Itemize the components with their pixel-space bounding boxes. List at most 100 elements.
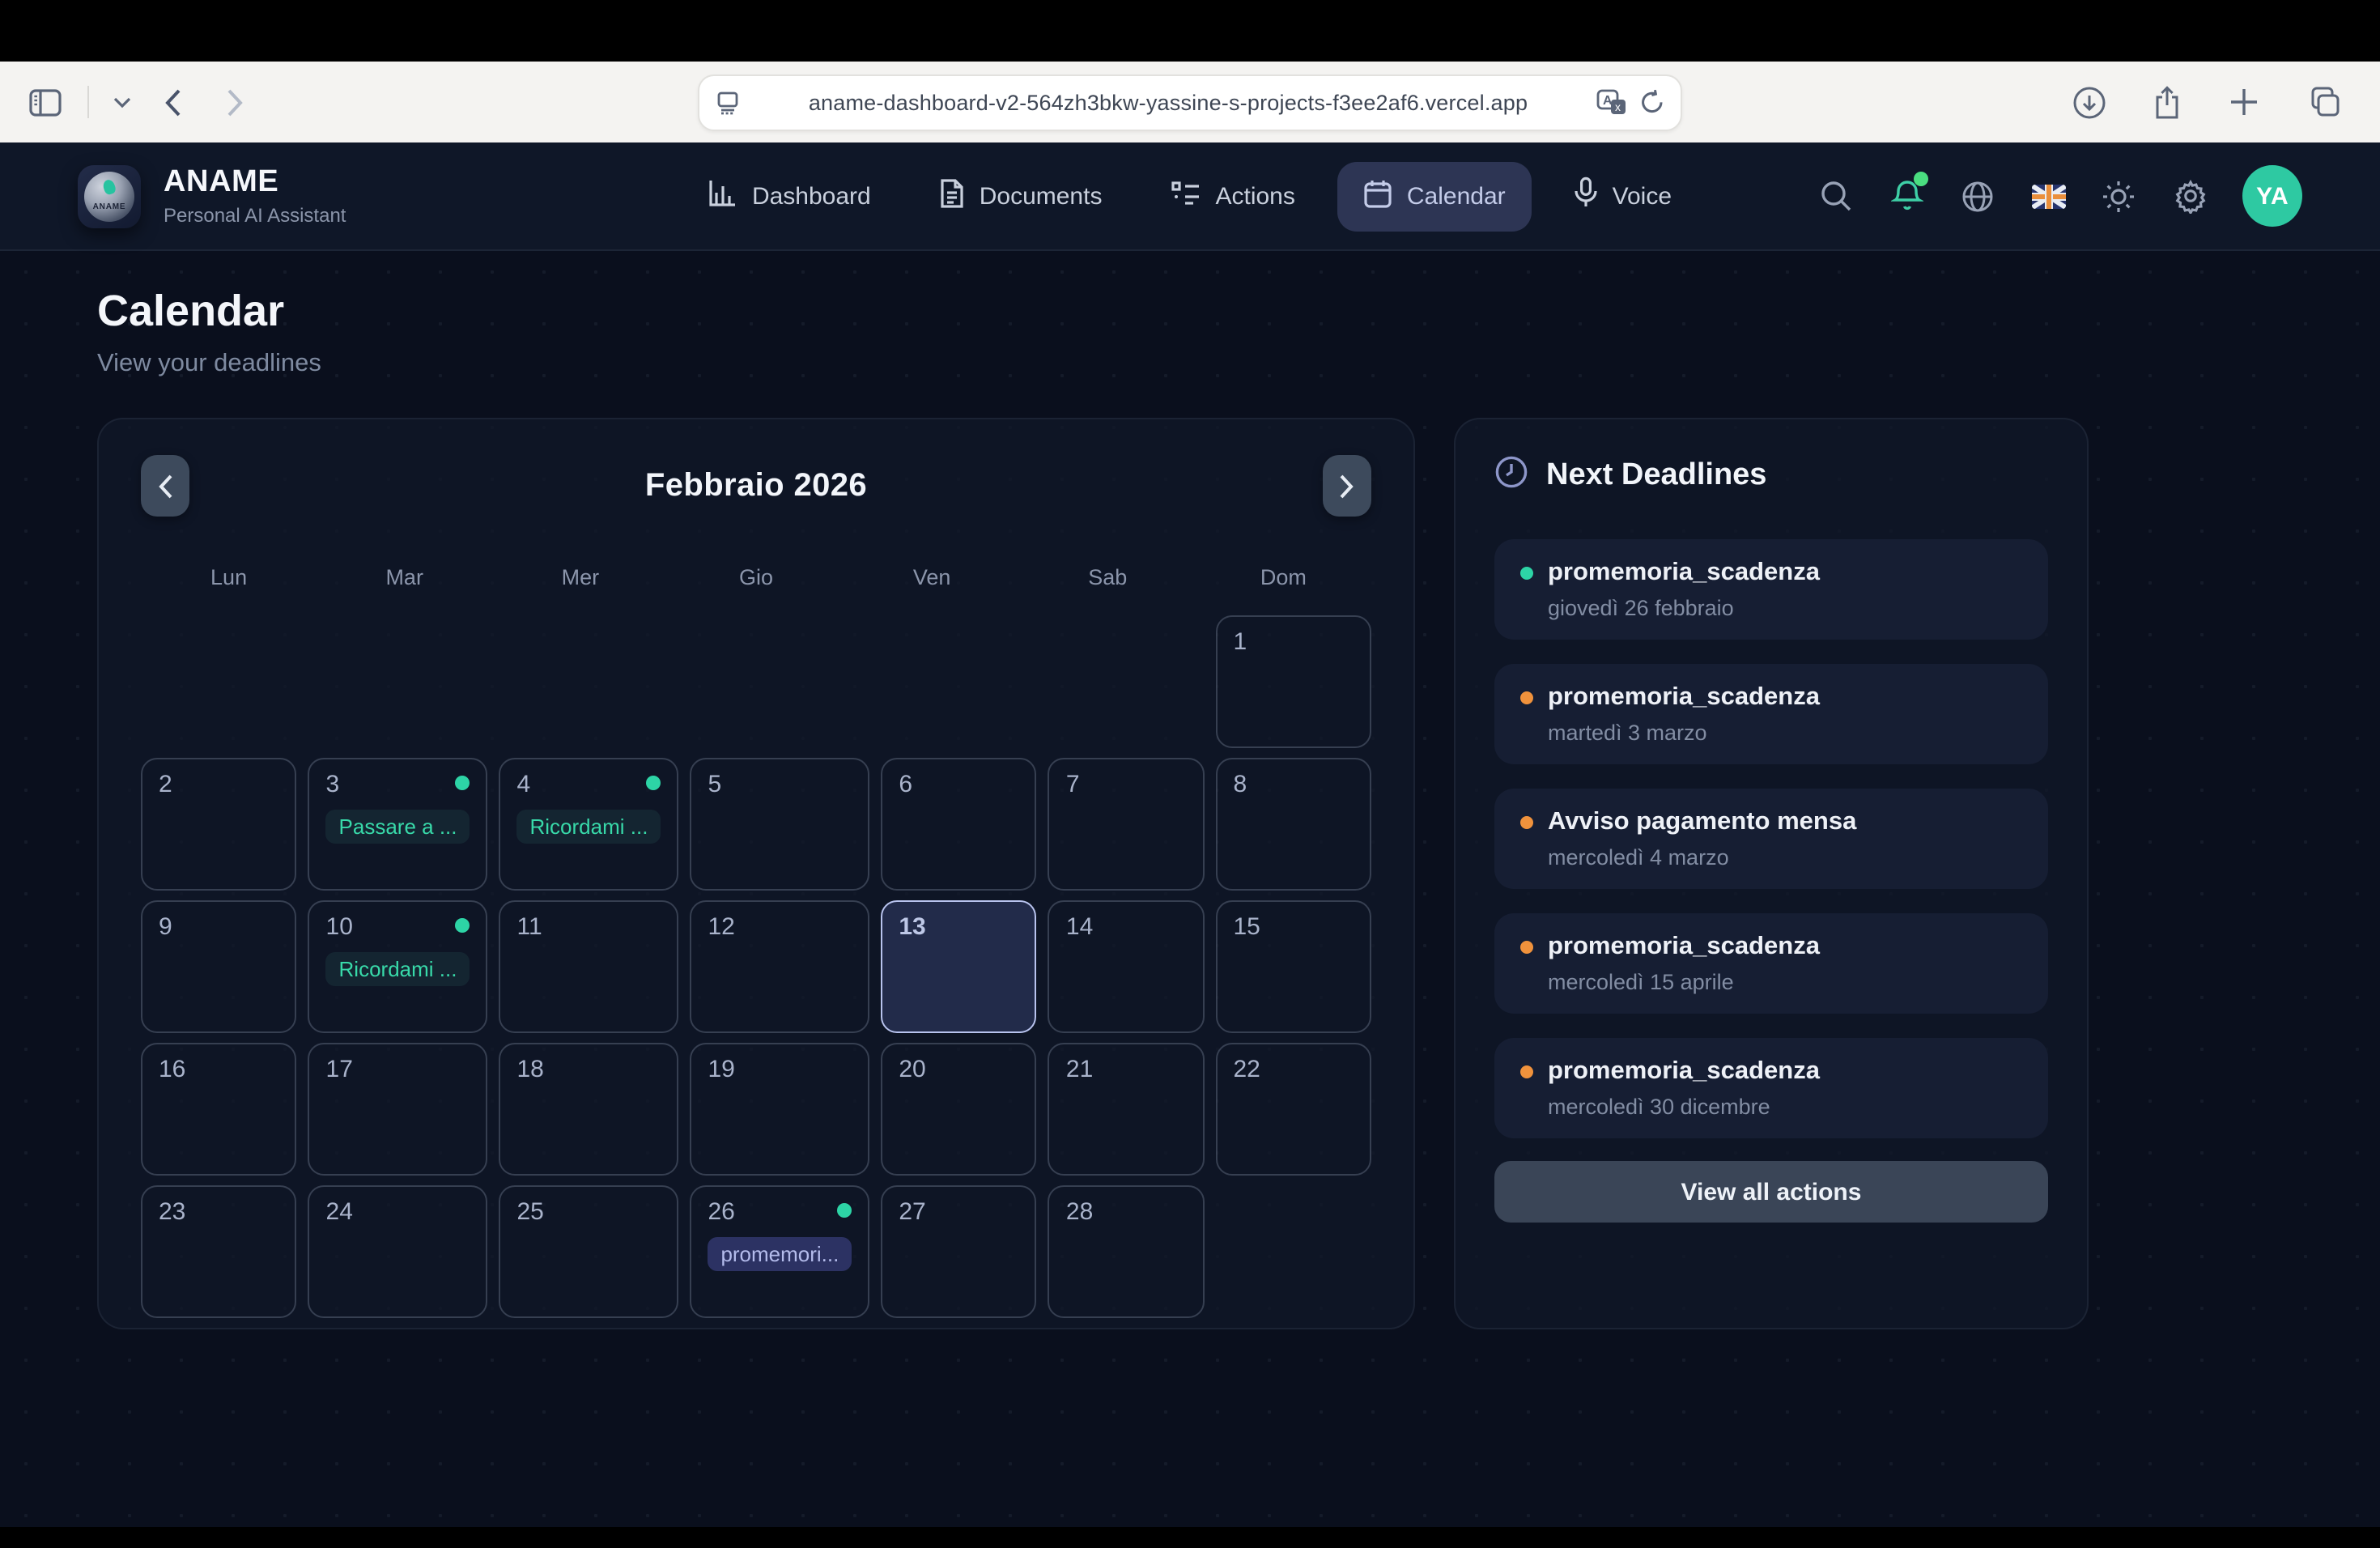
event-pill[interactable]: Ricordami ...	[517, 810, 661, 844]
deadline-item[interactable]: promemoria_scadenzamercoledì 30 dicembre	[1494, 1038, 2048, 1138]
url-text[interactable]: aname-dashboard-v2-564zh3bkw-yassine-s-p…	[740, 90, 1596, 114]
view-all-actions-button[interactable]: View all actions	[1494, 1161, 2048, 1223]
day-cell-15[interactable]: 15	[1215, 900, 1371, 1033]
day-cell-18[interactable]: 18	[499, 1043, 679, 1176]
deadline-item[interactable]: promemoria_scadenzagiovedì 26 febbraio	[1494, 539, 2048, 640]
translate-icon[interactable]: Ax	[1596, 89, 1627, 115]
day-cell-26[interactable]: 26promemori...	[690, 1185, 869, 1318]
deadline-item[interactable]: promemoria_scadenzamartedì 3 marzo	[1494, 664, 2048, 764]
day-cell-1[interactable]: 1	[1215, 615, 1371, 748]
day-cell-17[interactable]: 17	[308, 1043, 488, 1176]
deadline-list: promemoria_scadenzagiovedì 26 febbraiopr…	[1494, 539, 2048, 1138]
toolbar-divider	[87, 86, 89, 118]
downloads-button[interactable]	[2066, 79, 2111, 125]
svg-text:x: x	[1615, 100, 1621, 113]
weekday-header-row: LunMarMerGioVenSabDom	[141, 565, 1371, 589]
day-cell-10[interactable]: 10 Ricordami ...	[308, 900, 488, 1033]
chevron-down-icon[interactable]	[108, 79, 134, 125]
tab-overview-button[interactable]	[2299, 79, 2344, 125]
day-cell-13[interactable]: 13	[881, 900, 1037, 1033]
day-number: 20	[899, 1056, 1019, 1083]
day-cell-16[interactable]: 16	[141, 1043, 297, 1176]
nav-item-documents[interactable]: Documents	[913, 161, 1128, 231]
site-settings-icon[interactable]	[716, 90, 740, 114]
forward-button[interactable]	[212, 79, 257, 125]
nav-item-dashboard[interactable]: Dashboard	[682, 162, 897, 230]
day-number: 18	[517, 1056, 661, 1083]
empty-day-slot	[690, 615, 869, 748]
deadline-item[interactable]: Avviso pagamento mensamercoledì 4 marzo	[1494, 789, 2048, 889]
reload-icon[interactable]	[1640, 89, 1664, 115]
day-cell-24[interactable]: 24	[308, 1185, 488, 1318]
day-cell-9[interactable]: 9	[141, 900, 297, 1033]
deadline-title: Avviso pagamento mensa	[1548, 808, 1856, 837]
weekday-label: Mer	[492, 565, 668, 589]
clock-icon	[1494, 455, 1528, 497]
next-month-button[interactable]	[1323, 455, 1371, 517]
sun-icon[interactable]	[2100, 176, 2137, 215]
day-cell-7[interactable]: 7	[1048, 758, 1205, 891]
share-button[interactable]	[2144, 79, 2189, 125]
event-pill[interactable]: Ricordami ...	[326, 952, 470, 986]
status-dot	[1520, 691, 1533, 704]
day-number: 23	[159, 1198, 279, 1226]
day-cell-21[interactable]: 21	[1048, 1043, 1205, 1176]
screen: aname-dashboard-v2-564zh3bkw-yassine-s-p…	[0, 0, 2380, 1548]
sidebar-toggle-button[interactable]	[23, 79, 68, 125]
day-cell-25[interactable]: 25	[499, 1185, 679, 1318]
day-cell-11[interactable]: 11	[499, 900, 679, 1033]
globe-icon[interactable]	[1960, 176, 1997, 215]
status-dot	[1520, 816, 1533, 829]
day-number: 14	[1066, 913, 1187, 941]
previous-month-button[interactable]	[141, 455, 189, 517]
day-number: 16	[159, 1056, 279, 1083]
user-avatar[interactable]: YA	[2243, 165, 2302, 227]
day-cell-6[interactable]: 6	[881, 758, 1037, 891]
deadline-title: promemoria_scadenza	[1548, 1057, 1820, 1087]
day-number: 10	[326, 913, 470, 941]
event-pill[interactable]: Passare a ...	[326, 810, 470, 844]
day-cell-5[interactable]: 5	[690, 758, 869, 891]
day-cell-27[interactable]: 27	[881, 1185, 1037, 1318]
search-icon[interactable]	[1817, 176, 1854, 215]
weekday-label: Ven	[844, 565, 1020, 589]
day-cell-23[interactable]: 23	[141, 1185, 297, 1318]
nav-item-actions[interactable]: Actions	[1144, 163, 1320, 229]
nav-item-voice[interactable]: Voice	[1548, 160, 1698, 232]
brand[interactable]: ANAME ANAME Personal AI Assistant	[78, 164, 563, 228]
day-cell-28[interactable]: 28	[1048, 1185, 1205, 1318]
weekday-label: Gio	[668, 565, 844, 589]
bottom-black-strip	[0, 1527, 2380, 1548]
next-deadlines-card: Next Deadlines promemoria_scadenzagioved…	[1454, 418, 2089, 1329]
day-cell-3[interactable]: 3Passare a ...	[308, 758, 488, 891]
day-cell-19[interactable]: 19	[690, 1043, 869, 1176]
day-cell-8[interactable]: 8	[1215, 758, 1371, 891]
day-cell-22[interactable]: 22	[1215, 1043, 1371, 1176]
day-number: 8	[1233, 771, 1354, 798]
bell-icon[interactable]	[1888, 176, 1925, 215]
gear-icon[interactable]	[2171, 176, 2208, 215]
day-cell-2[interactable]: 2	[141, 758, 297, 891]
day-cell-14[interactable]: 14	[1048, 900, 1205, 1033]
day-number: 13	[899, 913, 1019, 941]
checklist-icon	[1170, 179, 1201, 213]
page-title: Calendar	[97, 287, 2283, 337]
new-tab-button[interactable]	[2221, 79, 2267, 125]
deadline-date: martedì 3 marzo	[1520, 721, 2022, 745]
day-cell-12[interactable]: 12	[690, 900, 869, 1033]
notification-badge	[1915, 172, 1929, 186]
status-dot	[1520, 1065, 1533, 1078]
back-button[interactable]	[151, 79, 196, 125]
uk-flag-icon[interactable]	[2031, 184, 2066, 208]
empty-day-slot	[499, 615, 679, 748]
nav-item-calendar[interactable]: Calendar	[1337, 161, 1532, 231]
deadline-title: promemoria_scadenza	[1548, 933, 1820, 962]
weekday-label: Mar	[317, 565, 492, 589]
deadline-item[interactable]: promemoria_scadenzamercoledì 15 aprile	[1494, 913, 2048, 1014]
deadline-date: giovedì 26 febbraio	[1520, 596, 2022, 620]
address-bar[interactable]: aname-dashboard-v2-564zh3bkw-yassine-s-p…	[698, 74, 1682, 130]
bar-chart-icon	[708, 178, 737, 214]
day-cell-20[interactable]: 20	[881, 1043, 1037, 1176]
event-pill[interactable]: promemori...	[708, 1237, 852, 1271]
day-cell-4[interactable]: 4Ricordami ...	[499, 758, 679, 891]
